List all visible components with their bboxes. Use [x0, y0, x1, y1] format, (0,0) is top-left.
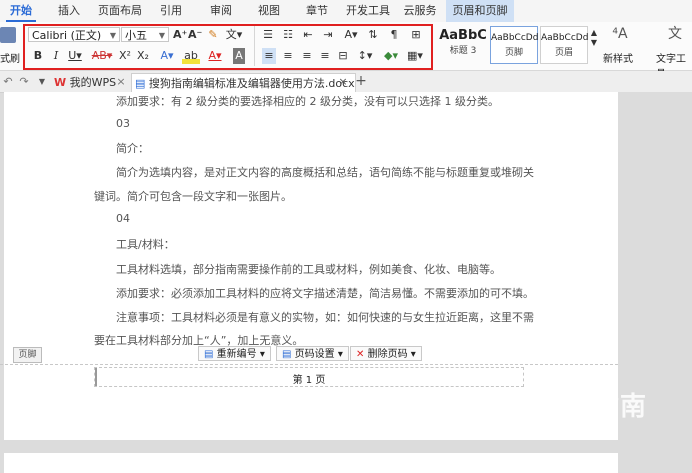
button-label: 删除页码 [367, 349, 408, 360]
wps-logo-icon: W [54, 76, 67, 89]
tab-header-footer[interactable]: 页眉和页脚 [446, 0, 514, 22]
new-style-label[interactable]: 新样式 [603, 50, 633, 65]
style-name: 页脚 [504, 48, 523, 58]
close-icon[interactable]: × [338, 74, 348, 90]
button-label: 重新编号 [216, 349, 257, 360]
new-style-icon[interactable]: ⁴A [608, 26, 632, 42]
paragraph: 03 [116, 117, 130, 130]
style-heading3[interactable]: AaBbC 标题 3 [438, 26, 488, 64]
chevron-down-icon[interactable]: ▼ [36, 74, 48, 90]
paragraph: 注意事项：工具材料必须是有意义的实物，如：如何快速的与女生拉近距离，这里不需 [116, 311, 534, 324]
doc-file-icon: ▤ [135, 77, 146, 90]
paragraph: 工具/材料： [116, 238, 175, 251]
highlight-box [23, 24, 433, 70]
tab-review[interactable]: 审阅 [204, 0, 238, 22]
tab-cloud[interactable]: 云服务 [400, 0, 440, 22]
page-number-settings-button[interactable]: ▤ 页码设置 ▾ [276, 346, 349, 361]
paragraph: 添加要求：必须添加工具材料的应将文字描述清楚，简洁易懂。不需要添加的可不填。 [116, 287, 534, 300]
paragraph: 04 [116, 212, 130, 225]
watermark: Ⓢ搜狗指南 [512, 386, 647, 423]
button-label: 页码设置 [294, 349, 335, 360]
style-name: 页眉 [554, 48, 573, 58]
next-page-edge [4, 453, 618, 473]
paragraph: 简介为选填内容，是对正文内容的高度概括和总结，语句简练不能与标题重复或堆砌关 [116, 166, 534, 179]
tab-page-layout[interactable]: 页面布局 [96, 0, 144, 22]
text-tool-icon[interactable]: 文 [664, 26, 686, 42]
tab-section[interactable]: 章节 [300, 0, 334, 22]
page-number-box[interactable]: 第 1 页 [94, 367, 524, 387]
paragraph: 简介： [116, 142, 149, 155]
sogou-logo-icon: Ⓢ [512, 392, 540, 422]
style-name: 标题 3 [449, 46, 477, 56]
gallery-scroll-icon[interactable]: ▲ ▼ [590, 28, 598, 47]
paragraph: 添加要求：有 2 级分类的要选择相应的 2 级分类，没有可以只选择 1 级分类。 [116, 95, 499, 108]
style-header[interactable]: AaBbCcDd 页眉 [540, 26, 588, 64]
tab-home[interactable]: 开始 [4, 0, 38, 22]
menu-bar: 开始 插入 页面布局 引用 审阅 视图 章节 开发工具 云服务 页眉和页脚 [0, 0, 692, 23]
tab-view[interactable]: 视图 [252, 0, 286, 22]
delete-page-number-button[interactable]: ✕ 删除页码 ▾ [350, 346, 422, 361]
style-footer[interactable]: AaBbCcDd 页脚 [490, 26, 538, 64]
ribbon: 式刷 Calibri (正文) ▼ 小五 ▼ A⁺ A⁻ ✎ 文▾ B I U▾ A… [0, 22, 692, 80]
tab-developer[interactable]: 开发工具 [344, 0, 392, 22]
undo-icon[interactable]: ↶ [2, 74, 14, 90]
delete-icon: ✕ [356, 349, 365, 360]
tab-references[interactable]: 引用 [154, 0, 188, 22]
format-painter-label: 式刷 [0, 54, 20, 65]
close-icon[interactable]: × [116, 74, 126, 90]
tab-label: 我的WPS [69, 76, 117, 89]
new-tab-icon[interactable]: + [354, 73, 368, 89]
paragraph: 键词。简介可包含一段文字和一张图片。 [94, 190, 292, 203]
settings-icon: ▤ [282, 349, 292, 360]
watermark-url: zhinan.sogou.com [516, 420, 617, 433]
tab-insert[interactable]: 插入 [52, 0, 86, 22]
style-sample: AaBbCcDd [491, 33, 539, 43]
renumber-button[interactable]: ▤ 重新编号 ▾ [198, 346, 271, 361]
document-tab-bar: ↶ ↷ ▼ W 我的WPS × ▤ 搜狗指南编辑标准及编辑器使用方法.docx … [0, 71, 692, 109]
style-sample: AaBbCcDd [541, 33, 589, 43]
paragraph: 工具材料选填，部分指南需要操作前的工具或材料，例如美食、化妆、电脑等。 [116, 263, 501, 276]
redo-icon[interactable]: ↷ [18, 74, 30, 90]
renumber-icon: ▤ [204, 349, 214, 360]
style-sample: AaBbC [439, 28, 487, 43]
format-painter-icon[interactable] [0, 27, 16, 43]
footer-label: 页脚 [13, 347, 42, 363]
watermark-text: 搜狗指南 [539, 392, 648, 422]
footer-divider [0, 364, 618, 365]
page-number: 第 1 页 [292, 375, 326, 386]
tab-document[interactable]: ▤ 搜狗指南编辑标准及编辑器使用方法.docx * [131, 73, 356, 109]
